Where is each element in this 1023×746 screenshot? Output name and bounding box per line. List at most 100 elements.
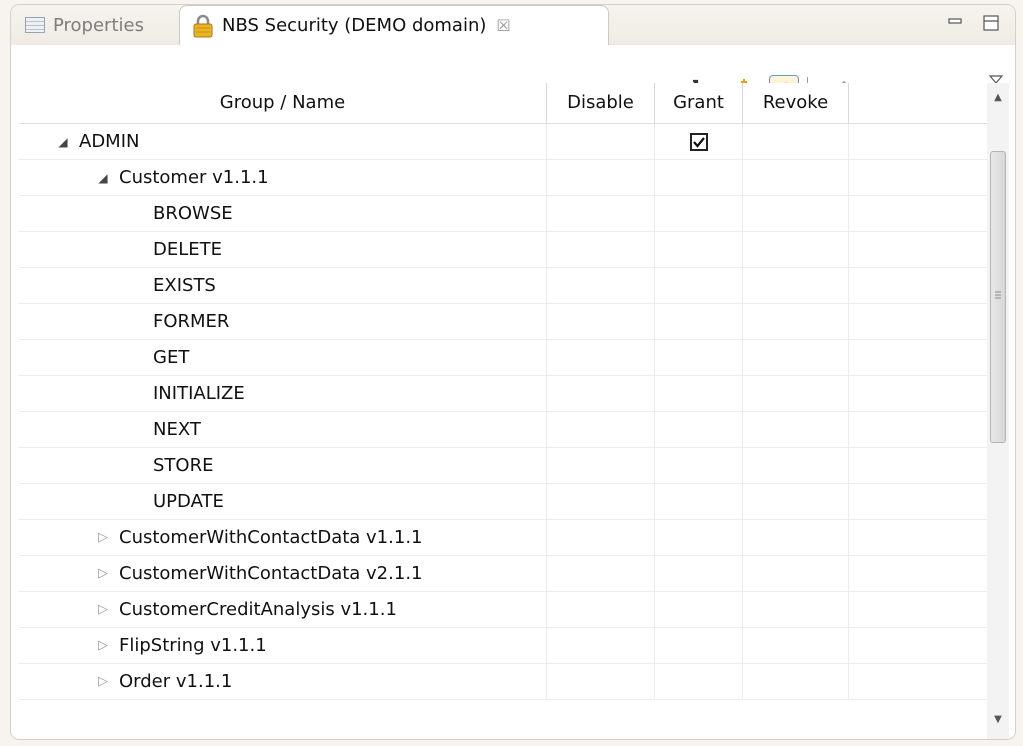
vertical-scrollbar[interactable]: ▲ ▼ [987,83,1009,739]
minimize-icon[interactable] [945,13,965,33]
disable-cell[interactable] [547,592,655,627]
revoke-cell[interactable] [743,412,849,447]
table-row[interactable]: ◢ Customer v1.1.1 [19,160,987,196]
view-tab-bar: Properties NBS Security (DEMO domain) ☒ [11,5,1015,45]
revoke-cell[interactable] [743,376,849,411]
tab-properties-label: Properties [53,14,144,36]
disable-cell[interactable] [547,412,655,447]
disable-cell[interactable] [547,556,655,591]
grant-cell[interactable] [655,340,743,375]
expand-arrow-icon[interactable]: ▷ [93,602,113,617]
revoke-cell[interactable] [743,232,849,267]
grant-cell[interactable] [655,232,743,267]
revoke-cell[interactable] [743,268,849,303]
grant-cell[interactable] [655,412,743,447]
row-label: CustomerWithContactData v1.1.1 [119,527,423,548]
row-label: STORE [153,455,214,476]
grant-cell[interactable] [655,160,743,195]
collapse-arrow-icon[interactable]: ◢ [93,171,113,185]
disable-cell[interactable] [547,124,655,159]
disable-cell[interactable] [547,268,655,303]
table-row[interactable]: BROWSE [19,196,987,232]
revoke-cell[interactable] [743,304,849,339]
name-cell: EXISTS [19,268,547,303]
disable-cell[interactable] [547,448,655,483]
disable-cell[interactable] [547,664,655,699]
table-row[interactable]: ▷ CustomerWithContactData v1.1.1 [19,520,987,556]
revoke-cell[interactable] [743,484,849,519]
grant-cell[interactable] [655,448,743,483]
grant-cell[interactable] [655,628,743,663]
expand-arrow-icon[interactable]: ▷ [93,530,113,545]
close-tab-icon[interactable]: ☒ [496,16,510,35]
expand-arrow-icon[interactable]: ▷ [93,674,113,689]
table-row[interactable]: ▷ Order v1.1.1 [19,664,987,700]
table-row[interactable]: EXISTS [19,268,987,304]
grant-cell[interactable] [655,304,743,339]
table-row[interactable]: STORE [19,448,987,484]
row-label: UPDATE [153,491,224,512]
tab-nbs-security[interactable]: NBS Security (DEMO domain) ☒ [179,5,609,45]
grant-cell[interactable] [655,268,743,303]
table-row[interactable]: UPDATE [19,484,987,520]
disable-cell[interactable] [547,340,655,375]
expand-arrow-icon[interactable]: ▷ [93,638,113,653]
grant-cell[interactable] [655,484,743,519]
revoke-cell[interactable] [743,340,849,375]
column-header-grant[interactable]: Grant [655,83,743,123]
grant-cell[interactable] [655,664,743,699]
table-row[interactable]: ◢ ADMIN [19,124,987,160]
column-header-revoke[interactable]: Revoke [743,83,849,123]
revoke-cell[interactable] [743,448,849,483]
column-header-disable[interactable]: Disable [547,83,655,123]
row-label: Customer v1.1.1 [119,167,269,188]
expand-arrow-icon[interactable]: ▷ [93,566,113,581]
table-row[interactable]: INITIALIZE [19,376,987,412]
disable-cell[interactable] [547,484,655,519]
tab-nbs-security-label: NBS Security (DEMO domain) [222,15,487,36]
scroll-down-icon[interactable]: ▼ [987,711,1009,729]
disable-cell[interactable] [547,196,655,231]
collapse-arrow-icon[interactable]: ◢ [53,135,73,149]
grant-cell[interactable] [655,124,743,159]
name-cell: ◢ Customer v1.1.1 [19,160,547,195]
column-header-group-name[interactable]: Group / Name [19,83,547,123]
disable-cell[interactable] [547,376,655,411]
disable-cell[interactable] [547,520,655,555]
tab-properties[interactable]: Properties [11,5,179,45]
scroll-up-icon[interactable]: ▲ [987,89,1009,107]
revoke-cell[interactable] [743,556,849,591]
disable-cell[interactable] [547,160,655,195]
grant-checkbox-checked[interactable] [689,132,708,151]
grant-cell[interactable] [655,196,743,231]
revoke-cell[interactable] [743,196,849,231]
name-cell: ▷ CustomerCreditAnalysis v1.1.1 [19,592,547,627]
disable-cell[interactable] [547,304,655,339]
grant-cell[interactable] [655,556,743,591]
table-row[interactable]: GET [19,340,987,376]
filler-cell [849,196,987,231]
table-row[interactable]: ▷ CustomerCreditAnalysis v1.1.1 [19,592,987,628]
revoke-cell[interactable] [743,124,849,159]
name-cell: DELETE [19,232,547,267]
grant-cell[interactable] [655,376,743,411]
grant-cell[interactable] [655,520,743,555]
filler-cell [849,484,987,519]
table-row[interactable]: FORMER [19,304,987,340]
revoke-cell[interactable] [743,664,849,699]
maximize-icon[interactable] [981,13,1001,33]
table-row[interactable]: DELETE [19,232,987,268]
filler-cell [849,628,987,663]
disable-cell[interactable] [547,628,655,663]
table-row[interactable]: ▷ CustomerWithContactData v2.1.1 [19,556,987,592]
table-row[interactable]: ▷ FlipString v1.1.1 [19,628,987,664]
revoke-cell[interactable] [743,160,849,195]
table-row[interactable]: NEXT [19,412,987,448]
revoke-cell[interactable] [743,592,849,627]
revoke-cell[interactable] [743,628,849,663]
disable-cell[interactable] [547,232,655,267]
scrollbar-thumb[interactable] [990,151,1006,443]
revoke-cell[interactable] [743,520,849,555]
grant-cell[interactable] [655,592,743,627]
row-label: DELETE [153,239,223,260]
